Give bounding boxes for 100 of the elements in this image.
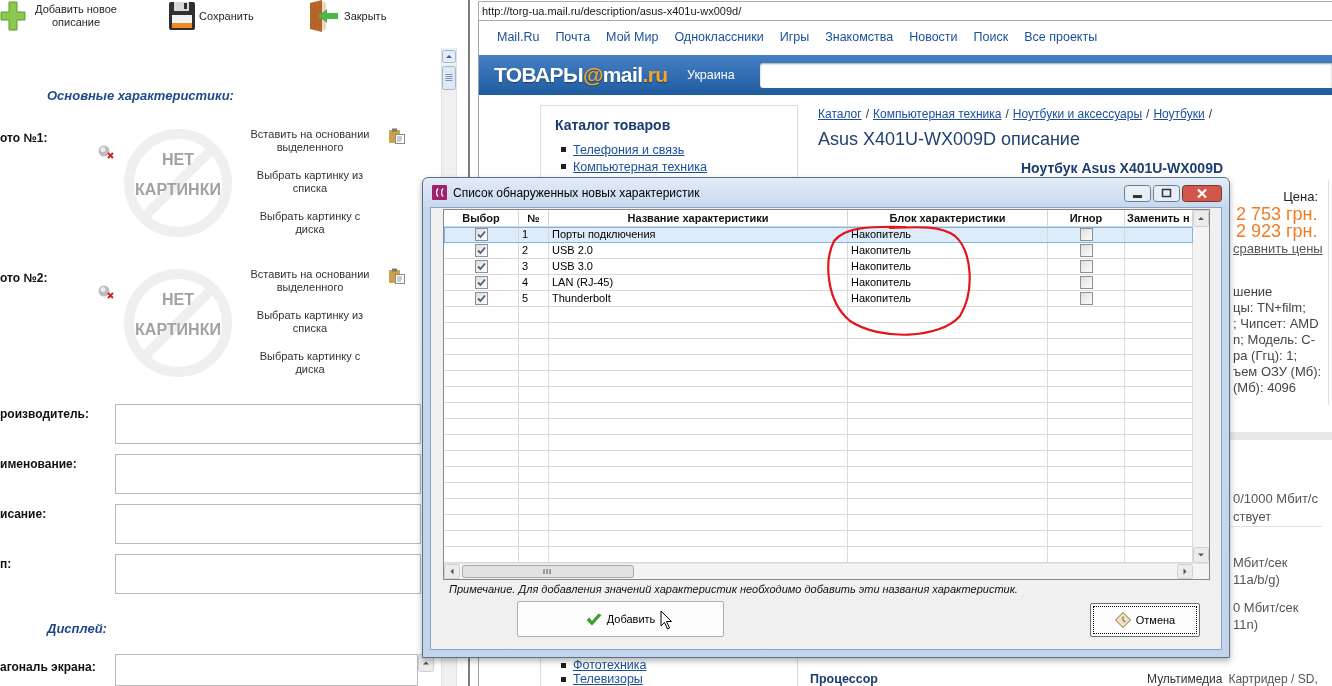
scroll-down-button[interactable] (1193, 547, 1209, 563)
breadcrumb-link[interactable]: Компьютерная техника (872, 107, 1002, 121)
input-field[interactable] (115, 504, 421, 544)
site-logo[interactable]: ТОВАРЫ@mail.ru (494, 63, 671, 87)
nav-link[interactable]: Мой Мир (606, 30, 659, 45)
checkbox[interactable] (1079, 260, 1093, 273)
table-row[interactable]: 2 USB 2.0 Накопитель (444, 243, 1193, 259)
breadcrumb-separator: / (1005, 107, 1009, 121)
checkbox[interactable] (474, 228, 488, 241)
breadcrumb-link[interactable]: Ноутбуки и аксессуары (1012, 107, 1143, 121)
nav-link[interactable]: Новости (909, 30, 958, 45)
region-label[interactable]: Украина (687, 67, 735, 83)
scroll-up-button[interactable] (1193, 210, 1209, 227)
field-label: исание: (0, 507, 47, 521)
spec-text: n; Модель: C- (1233, 332, 1316, 348)
checkbox[interactable] (474, 276, 488, 289)
spec-text: ствует (1233, 508, 1272, 526)
input-field[interactable] (115, 404, 421, 444)
no-image-text: НЕТ КАРТИНКИ (134, 150, 222, 200)
bullet-icon (561, 676, 566, 682)
clipboard-icon[interactable] (388, 128, 405, 144)
breadcrumb-separator: / (865, 107, 869, 121)
table-cell: Порты подключения (549, 227, 848, 243)
spec-value: Картридер / SD, (1228, 672, 1318, 686)
nav-link[interactable]: Одноклассники (674, 30, 764, 45)
close-button[interactable]: Закрыть (308, 0, 387, 32)
column-header[interactable]: Блок характеристики (889, 211, 1006, 225)
column-header[interactable]: Название характеристики (627, 211, 769, 225)
compare-prices-link[interactable]: сравнить цены (1233, 241, 1323, 256)
nav-link[interactable]: Все проекты (1024, 30, 1098, 45)
table-cell: Накопитель (848, 275, 1048, 291)
field-label: агональ экрана: (0, 660, 96, 674)
add-button[interactable]: Добавить новое описание (0, 0, 118, 32)
price-value: 2 753 грн. (1236, 206, 1318, 223)
window-close-button[interactable] (1182, 185, 1222, 202)
checkbox[interactable] (474, 260, 488, 273)
column-header[interactable]: Выбор (462, 211, 500, 225)
address-field[interactable]: http://torg-ua.mail.ru/description/asus-x401u-wx009d/ (478, 1, 1332, 21)
table-cell: USB 2.0 (549, 243, 848, 259)
plus-icon (0, 1, 26, 31)
add-button[interactable]: Добавить (517, 601, 724, 637)
search-field[interactable] (760, 62, 1332, 88)
field-label: роизводитель: (0, 407, 89, 421)
spec-text: цы: TN+film; (1233, 300, 1306, 316)
action-link[interactable]: Выбрать картинку из списка (245, 169, 375, 195)
action-link[interactable]: Выбрать картинку с диска (245, 350, 375, 376)
action-link[interactable]: Выбрать картинку с диска (245, 210, 375, 236)
action-link[interactable]: Выбрать картинку из списка (245, 309, 375, 335)
table-cell: Накопитель (848, 227, 1048, 243)
scrollbar-thumb[interactable] (442, 66, 456, 90)
scroll-right-button[interactable] (1177, 564, 1193, 579)
catalog-link[interactable]: Телефония и связь (573, 142, 685, 157)
scrollbar-thumb[interactable] (462, 565, 634, 578)
table-cell: USB 3.0 (549, 259, 848, 275)
input-field[interactable] (115, 454, 421, 494)
input-field[interactable] (115, 554, 421, 594)
scroll-left-button[interactable] (444, 564, 460, 579)
save-button[interactable]: Сохранить (168, 0, 254, 32)
clock-icon (1114, 612, 1131, 628)
nav-link[interactable]: Mail.Ru (497, 30, 540, 45)
breadcrumb-link[interactable]: Ноутбуки (1153, 107, 1205, 121)
table-row[interactable]: 3 USB 3.0 Накопитель (444, 259, 1193, 275)
nav-link[interactable]: Знакомства (825, 30, 894, 45)
catalog-title: Каталог товаров (555, 117, 671, 133)
catalog-link[interactable]: Телевизоры (573, 672, 643, 686)
spec-text: 11n) (1233, 616, 1259, 633)
action-link[interactable]: Вставить на основании выделенного (245, 128, 375, 154)
spec-text: 0/1000 Мбит/с (1233, 490, 1318, 508)
catalog-link[interactable]: Компьютерная техника (573, 159, 707, 174)
checkbox[interactable] (1079, 276, 1093, 289)
maximize-button[interactable] (1153, 185, 1180, 202)
section-heading: Дисплей: (47, 621, 107, 636)
minimize-button[interactable] (1124, 185, 1151, 202)
catalog-link[interactable]: Фототехника (573, 658, 647, 672)
bullet-icon (561, 662, 566, 668)
delete-image-icon[interactable] (98, 145, 114, 159)
checkbox[interactable] (474, 244, 488, 257)
action-link[interactable]: Вставить на основании выделенного (245, 268, 375, 294)
breadcrumb-link[interactable]: Каталог (818, 107, 862, 121)
column-header[interactable]: Заменить н (1127, 211, 1190, 225)
checkbox[interactable] (474, 292, 488, 305)
delete-image-icon[interactable] (98, 285, 114, 299)
section-heading: Процессор (810, 672, 878, 686)
mouse-cursor-icon (660, 610, 673, 630)
checkbox[interactable] (1079, 292, 1093, 305)
input-field[interactable] (115, 654, 418, 686)
column-header[interactable]: Игнор (1069, 211, 1103, 225)
checkbox[interactable] (1079, 244, 1093, 257)
checkbox[interactable] (1079, 228, 1093, 241)
column-header[interactable]: № (527, 211, 540, 225)
nav-link[interactable]: Поиск (973, 30, 1009, 45)
nav-link[interactable]: Почта (555, 30, 591, 45)
nav-link[interactable]: Игры (779, 30, 810, 45)
table-row[interactable]: 4 LAN (RJ-45) Накопитель (444, 275, 1193, 291)
clipboard-icon[interactable] (388, 268, 405, 284)
table-row[interactable]: 1 Порты подключения Накопитель (444, 227, 1193, 243)
table-cell: 3 (519, 259, 549, 275)
cancel-button[interactable]: Отмена (1090, 603, 1200, 637)
scroll-up-button[interactable] (442, 50, 456, 63)
app-icon (432, 185, 447, 200)
